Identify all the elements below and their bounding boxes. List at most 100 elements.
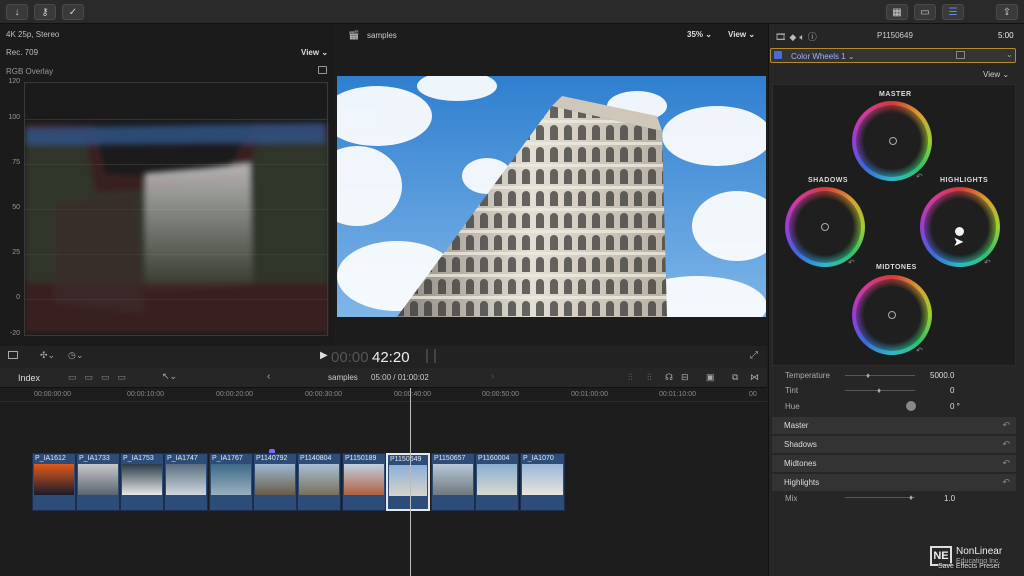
reset-icon[interactable]: ↶	[1002, 458, 1010, 469]
y-axis-label: 0	[16, 294, 20, 301]
ruler-label: 00:00:40:00	[394, 391, 431, 398]
param-label: Tint	[785, 386, 799, 395]
colorspace-label: Rec. 709	[6, 48, 39, 57]
section-shadows[interactable]: Shadows ↶	[772, 436, 1016, 454]
timecode-dim: 00:00	[331, 349, 369, 366]
viewer-view-menu[interactable]: View ⌄	[728, 30, 755, 39]
timeline-clip[interactable]: P1150189	[342, 453, 386, 511]
waveform-trace	[25, 123, 329, 333]
temperature-slider[interactable]	[845, 375, 915, 376]
edit-buttons-icon[interactable]: ▭▭▭▭	[68, 372, 134, 383]
audio-meter-icon	[426, 349, 436, 363]
clip-thumbnail	[34, 464, 74, 495]
browser-layout-icon[interactable]: ▦	[886, 4, 908, 20]
import-icon[interactable]: ↓	[6, 4, 28, 20]
watermark-brand: NonLinear	[956, 546, 1003, 557]
inspector-layout-icon[interactable]: ☰	[942, 4, 964, 20]
timeline-clip[interactable]: P1160004	[475, 453, 519, 511]
slider-knob[interactable]: ♦	[877, 386, 881, 395]
playhead[interactable]	[410, 388, 411, 576]
timeline-clip-selected[interactable]: P1150649	[386, 453, 430, 511]
clip-thumbnail	[389, 465, 427, 496]
select-tool-icon[interactable]: ↖⌄	[162, 371, 177, 382]
fullscreen-icon[interactable]: ⤢	[750, 350, 758, 361]
transitions-browser-icon[interactable]: ⋈	[750, 372, 759, 383]
wheel-label: MIDTONES	[876, 264, 917, 271]
inspector-duration: 5:00	[998, 31, 1014, 40]
reset-icon[interactable]: ↶	[1002, 477, 1010, 488]
timeline-clip[interactable]: P1140792	[253, 453, 297, 511]
wheel-label: MASTER	[879, 91, 912, 98]
save-effects-preset-button[interactable]: Save Effects Preset	[938, 563, 1000, 570]
snapping-icon[interactable]: ⊟	[681, 372, 689, 383]
param-value[interactable]: 5000.0	[930, 371, 954, 380]
waveform-scope	[24, 82, 329, 336]
timeline-clip[interactable]: P_IA1070	[520, 453, 565, 511]
timecode-display: 42:20	[372, 349, 410, 366]
solo-icon[interactable]: ☊	[665, 372, 673, 383]
wheel-puck[interactable]	[888, 311, 896, 319]
section-highlights[interactable]: Highlights ↶	[772, 474, 1016, 492]
hue-dial[interactable]	[906, 401, 916, 411]
inspector-tabs-icon[interactable]: 🎞︎◆🔈︎ⓘ	[775, 30, 820, 43]
wheel-label: HIGHLIGHTS	[940, 177, 989, 184]
forward-arrow-icon[interactable]: ›	[491, 371, 494, 382]
inspector-view-menu[interactable]: View ⌄	[983, 70, 1009, 79]
timeline-ruler[interactable]	[0, 388, 767, 402]
mix-label: Mix	[785, 494, 798, 503]
param-value[interactable]: 0	[950, 386, 954, 395]
effect-name-menu[interactable]: Color Wheels 1 ⌄	[791, 52, 855, 61]
wheel-puck[interactable]	[821, 223, 829, 231]
index-button[interactable]: Index	[18, 373, 40, 383]
reset-icon[interactable]: ↶	[1002, 420, 1010, 431]
effect-enable-checkbox[interactable]	[774, 51, 782, 59]
ruler-label: 00:00:30:00	[305, 391, 342, 398]
back-arrow-icon[interactable]: ‹	[267, 371, 270, 382]
ruler-label: 00:00:20:00	[216, 391, 253, 398]
timeline-clip[interactable]: P_IA1612	[32, 453, 76, 511]
section-midtones[interactable]: Midtones ↶	[772, 455, 1016, 473]
background-tasks-icon[interactable]: ✓	[62, 4, 84, 20]
enhance-icon[interactable]: ✣⌄	[40, 350, 55, 361]
param-label: Temperature	[785, 371, 830, 380]
timeline-clip[interactable]: P1140804	[297, 453, 341, 511]
timeline-layout-icon[interactable]: ▭	[914, 4, 936, 20]
slider-knob[interactable]: ♦	[909, 493, 913, 502]
mix-value[interactable]: 1.0	[944, 494, 955, 503]
viewer-options-icon[interactable]	[8, 351, 18, 359]
keyword-icon[interactable]: ⚷	[34, 4, 56, 20]
clapper-icon: 🎬︎	[348, 30, 360, 40]
clip-thumbnail	[344, 464, 384, 495]
section-master[interactable]: Master ↶	[772, 417, 1016, 435]
timeline-clip[interactable]: P1150657	[431, 453, 475, 511]
effect-mask-icon[interactable]	[956, 51, 965, 59]
y-axis-label: 50	[12, 204, 20, 211]
reset-icon[interactable]: ↶	[916, 346, 923, 355]
timeline-clip[interactable]: P_IA1753	[120, 453, 164, 511]
wheel-puck[interactable]	[889, 137, 897, 145]
chevron-down-icon[interactable]: ⌄	[1006, 50, 1013, 59]
timeline-clip[interactable]: P_IA1767	[209, 453, 253, 511]
effects-browser-icon[interactable]: ⧉	[732, 372, 738, 383]
reset-icon[interactable]: ↶	[916, 172, 923, 181]
reset-icon[interactable]: ↶	[984, 258, 991, 267]
zoom-menu[interactable]: 35% ⌄	[687, 30, 712, 39]
y-axis-label: 25	[12, 249, 20, 256]
speed-icon[interactable]: ◷⌄	[68, 350, 83, 361]
reset-icon[interactable]: ↶	[848, 258, 855, 267]
timeline-clip[interactable]: P_IA1747	[164, 453, 208, 511]
mix-slider[interactable]	[845, 497, 915, 498]
reset-icon[interactable]: ↶	[1002, 439, 1010, 450]
skimming-icon[interactable]: ⫶⫶	[628, 372, 633, 383]
scopes-view-menu[interactable]: View ⌄	[301, 48, 328, 57]
slider-knob[interactable]: ♦	[866, 371, 870, 380]
share-icon[interactable]: ⇪	[996, 4, 1018, 20]
timeline-clip[interactable]: P_IA1733	[76, 453, 120, 511]
audio-skimming-icon[interactable]: ⫶⫶	[647, 372, 652, 383]
play-icon[interactable]: ▶	[320, 350, 328, 361]
y-axis-label: 75	[12, 159, 20, 166]
param-value[interactable]: 0 °	[950, 402, 960, 411]
project-name: samples	[328, 373, 358, 382]
scope-settings-icon[interactable]	[318, 66, 327, 74]
clip-appearance-icon[interactable]: ▣	[706, 372, 715, 383]
